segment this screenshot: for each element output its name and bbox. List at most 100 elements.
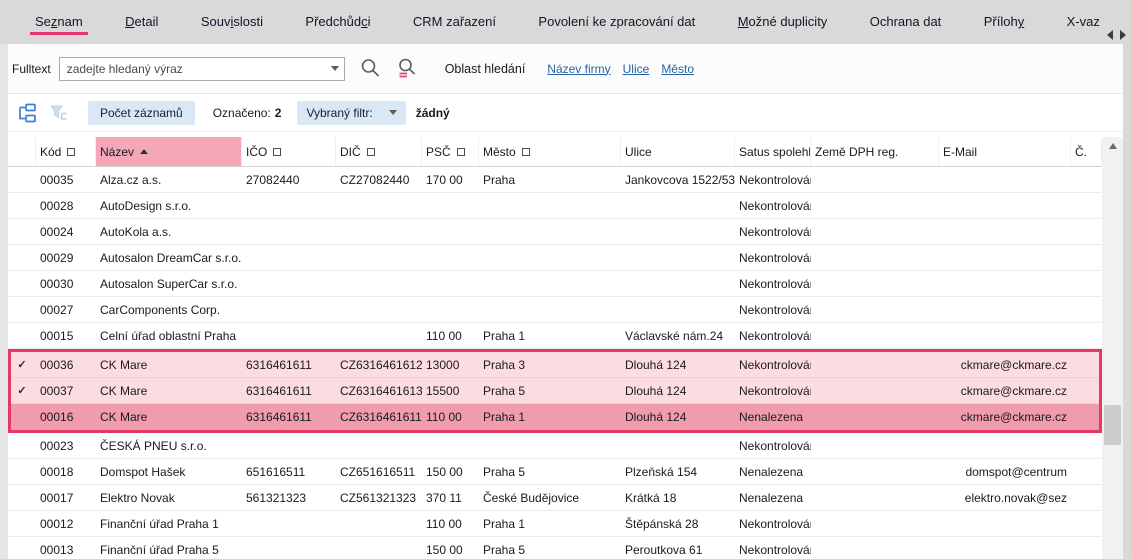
table-row[interactable]: 00018Domspot Hašek651616511CZ65161651115… [8, 459, 1102, 485]
table-row[interactable]: 00029Autosalon DreamCar s.r.o.Nekontrolo… [8, 245, 1102, 271]
table-row[interactable]: 00017Elektro Novak561321323CZ56132132337… [8, 485, 1102, 511]
cell-psc: 110 00 [422, 323, 479, 348]
cell-kod: 00023 [36, 433, 96, 458]
table-row[interactable]: 00013Finanční úřad Praha 5150 00Praha 5P… [8, 537, 1102, 559]
column-header-email[interactable]: E-Mail [939, 137, 1071, 166]
table-row[interactable]: 00016CK Mare6316461611CZ6316461611110 00… [8, 404, 1102, 430]
column-label: DIČ [340, 145, 361, 159]
column-header-mesto[interactable]: Město [479, 137, 621, 166]
tab-mozne-duplicity[interactable]: Možné duplicity [733, 9, 833, 35]
column-header-psc[interactable]: PSČ [422, 137, 479, 166]
filter-icon[interactable] [367, 148, 375, 156]
selected-filter-dropdown[interactable]: Vybraný filtr: [297, 101, 405, 125]
cell-zeme [811, 245, 939, 270]
search-highlight-button[interactable] [396, 57, 419, 80]
tab-predchudci[interactable]: Předchůdci [300, 9, 375, 35]
cell-kod: 00035 [36, 167, 96, 192]
cell-kod: 00036 [36, 352, 96, 377]
table-row[interactable]: 00012Finanční úřad Praha 1110 00Praha 1Š… [8, 511, 1102, 537]
column-header-ico[interactable]: IČO [242, 137, 336, 166]
scope-link-company-name[interactable]: Název firmy [547, 62, 610, 76]
cell-email [939, 167, 1071, 192]
cell-c [1071, 323, 1102, 348]
tab-prilohy[interactable]: Přílohy [979, 9, 1029, 35]
cell-ulice [621, 433, 735, 458]
fulltext-combobox[interactable] [59, 57, 345, 81]
records-grid: KódNázev IČO DIČ PSČMěstoUliceSatus spolehl… [8, 137, 1123, 559]
column-header-ulice[interactable]: Ulice [621, 137, 735, 166]
table-row[interactable]: 00023ČESKÁ PNEU s.r.o.Nekontrolována [8, 433, 1102, 459]
vertical-scrollbar[interactable] [1102, 137, 1123, 559]
cell-status: Nekontrolována [735, 378, 811, 403]
cell-c [1071, 404, 1102, 429]
table-row[interactable]: 00027CarComponents Corp.Nekontrolována [8, 297, 1102, 323]
cell-status: Nekontrolována [735, 323, 811, 348]
table-row[interactable]: ✓00037CK Mare6316461611CZ631646161315500… [8, 378, 1102, 404]
cell-nazev: CK Mare [96, 378, 242, 403]
cell-nazev: CarComponents Corp. [96, 297, 242, 322]
cell-mesto: Praha 1 [479, 323, 621, 348]
column-header-dic[interactable]: DIČ [336, 137, 422, 166]
cell-zeme [811, 404, 939, 429]
cell-psc: 150 00 [422, 459, 479, 484]
left-edge [0, 44, 8, 559]
scope-link-city[interactable]: Město [661, 62, 694, 76]
cell-psc [422, 433, 479, 458]
check-cell [8, 323, 36, 348]
record-count-button[interactable]: Počet záznamů [88, 101, 195, 125]
check-cell [8, 404, 36, 429]
column-label: IČO [246, 145, 267, 159]
filter-icon[interactable] [522, 148, 530, 156]
cell-status: Nenalezena [735, 459, 811, 484]
filter-icon[interactable] [273, 148, 281, 156]
search-input[interactable] [65, 61, 331, 77]
cell-psc: 110 00 [422, 404, 479, 429]
tab-seznam[interactable]: Seznam [30, 9, 88, 35]
column-header-check[interactable] [8, 137, 36, 166]
tab-detail[interactable]: Detail [120, 9, 163, 35]
tab-x-vaz[interactable]: X-vaz [1062, 9, 1105, 35]
grid-toolbar: Počet záznamů Označeno: 2 Vybraný filtr:… [8, 94, 1123, 132]
cell-zeme [811, 193, 939, 218]
tab-scroll-left-icon[interactable] [1107, 30, 1113, 40]
cell-nazev: Finanční úřad Praha 5 [96, 537, 242, 559]
cell-nazev: Celní úřad oblastní Praha [96, 323, 242, 348]
cell-mesto: Praha [479, 167, 621, 192]
scrollbar-thumb[interactable] [1104, 405, 1121, 445]
cell-mesto [479, 193, 621, 218]
cell-psc [422, 297, 479, 322]
table-row[interactable]: 00028AutoDesign s.r.o.Nekontrolována [8, 193, 1102, 219]
table-row[interactable]: 00035Alza.cz a.s.27082440CZ27082440170 0… [8, 167, 1102, 193]
search-button[interactable] [359, 57, 382, 80]
cell-ico [242, 245, 336, 270]
cell-dic: CZ6316461612 [336, 352, 422, 377]
table-row[interactable]: 00015Celní úřad oblastní Praha110 00Prah… [8, 323, 1102, 349]
cell-c [1071, 459, 1102, 484]
scrollbar-up-button[interactable] [1102, 137, 1123, 154]
cell-psc: 15500 [422, 378, 479, 403]
combo-dropdown-icon[interactable] [331, 66, 339, 71]
column-header-c[interactable]: Č. [1071, 137, 1102, 166]
column-header-status[interactable]: Satus spolehli... [735, 137, 811, 166]
column-header-kod[interactable]: Kód [36, 137, 96, 166]
cell-nazev: ČESKÁ PNEU s.r.o. [96, 433, 242, 458]
cell-ulice: Dlouhá 124 [621, 352, 735, 377]
cell-dic: CZ6316461613 [336, 378, 422, 403]
filter-icon[interactable] [457, 148, 465, 156]
cell-email [939, 193, 1071, 218]
column-header-zeme[interactable]: Země DPH reg. [811, 137, 939, 166]
scope-link-street[interactable]: Ulice [623, 62, 650, 76]
tab-souvislosti[interactable]: Souvislosti [196, 9, 268, 35]
filter-icon[interactable] [67, 148, 75, 156]
tab-scroll-right-icon[interactable] [1120, 30, 1126, 40]
tree-view-button[interactable] [16, 103, 38, 123]
tab-ochrana-dat[interactable]: Ochrana dat [865, 9, 947, 35]
tab-povoleni-ke-zpracovani-dat[interactable]: Povolení ke zpracování dat [533, 9, 700, 35]
table-row[interactable]: ✓00036CK Mare6316461611CZ631646161213000… [8, 352, 1102, 378]
column-header-nazev[interactable]: Název [96, 137, 242, 166]
table-row[interactable]: 00030Autosalon SuperCar s.r.o.Nekontrolo… [8, 271, 1102, 297]
cell-psc: 13000 [422, 352, 479, 377]
tab-mnemonic: c [361, 14, 368, 29]
table-row[interactable]: 00024AutoKola a.s.Nekontrolována [8, 219, 1102, 245]
tab-crm-zarazeni[interactable]: CRM zařazení [408, 9, 501, 35]
